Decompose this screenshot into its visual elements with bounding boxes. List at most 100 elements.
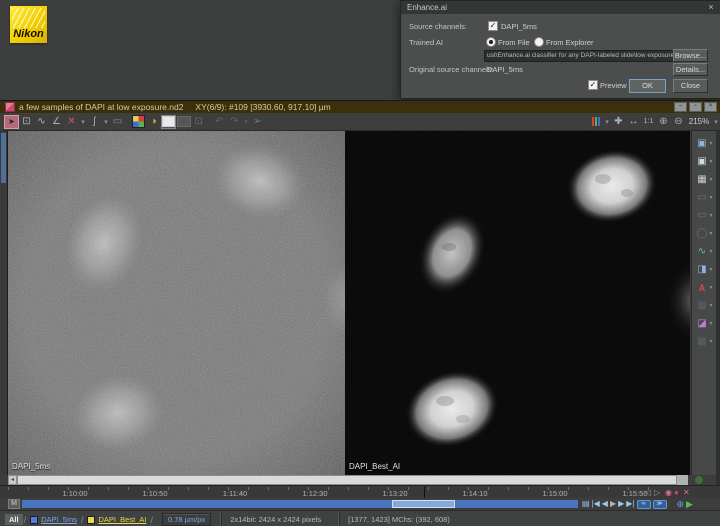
browse-button[interactable]: Browse... — [673, 49, 708, 62]
first-frame-button[interactable]: |◀ — [592, 499, 600, 509]
tile-channels-caret-icon[interactable]: ▾ — [709, 176, 712, 183]
grid-overlay-button[interactable]: ▦ — [695, 299, 708, 312]
tab-all-channels[interactable]: All — [5, 514, 23, 525]
clear-roi-icon[interactable]: ✕ — [64, 115, 79, 129]
fit-to-screen-icon[interactable]: ↔ — [626, 115, 641, 129]
restore-button[interactable]: ▫ — [689, 102, 702, 112]
spline-caret-icon[interactable]: ▾ — [102, 115, 110, 129]
measure-toggle-button[interactable]: M — [8, 499, 20, 509]
binary-layers-button[interactable]: ◪ — [695, 317, 708, 330]
event-next-icon[interactable]: ▷ — [654, 488, 660, 497]
window-close-button[interactable]: × — [704, 102, 717, 112]
lut-caret-icon[interactable]: ▾ — [709, 248, 712, 255]
preview-checkbox[interactable]: ✓ — [588, 80, 598, 90]
tile-channels-button[interactable]: ▦ — [695, 173, 708, 186]
annotations-caret-icon[interactable]: ▾ — [709, 284, 712, 291]
angle-measure-icon[interactable]: ∠ — [49, 115, 64, 129]
from-file-radio[interactable] — [486, 37, 496, 47]
channel-colors-icon[interactable] — [588, 115, 603, 129]
from-explorer-radio[interactable] — [534, 37, 544, 47]
measurement-caret-icon[interactable]: ▾ — [709, 338, 712, 345]
timeline-tick-label: 1:10:00 — [62, 489, 88, 498]
redo-icon[interactable]: ↷ — [227, 115, 242, 129]
zoom-roi-icon[interactable]: ⊡ — [19, 115, 34, 129]
send-to-icon[interactable]: ➢ — [250, 115, 265, 129]
ok-button[interactable]: OK — [629, 79, 666, 93]
timeline-tick-label: 1:13:20 — [382, 489, 408, 498]
spline-roi-icon[interactable]: ʃ — [87, 115, 102, 129]
dialog-close-icon[interactable]: × — [706, 1, 716, 14]
speed-button[interactable]: ≫ — [652, 499, 667, 509]
split-view-icon[interactable] — [176, 115, 191, 129]
play-button[interactable]: ▶ — [610, 499, 616, 509]
roi-caret-icon[interactable]: ▾ — [79, 115, 87, 129]
dismiss-timeline-icon[interactable]: ✕ — [683, 488, 690, 497]
channel-colors-caret-icon[interactable]: ▾ — [603, 115, 611, 129]
brightness-icon[interactable]: ◑ — [146, 115, 161, 129]
ruler-icon[interactable]: ▭ — [110, 115, 125, 129]
annotations-button[interactable]: A — [695, 281, 708, 294]
single-view-icon[interactable] — [161, 114, 176, 129]
actual-size-button[interactable]: 1:1 — [641, 115, 656, 129]
lut-button[interactable]: ∿ — [695, 245, 708, 258]
history-caret-icon[interactable]: ▾ — [242, 115, 250, 129]
vertical-scrollbar[interactable] — [0, 131, 8, 475]
pan-icon[interactable]: ✚ — [611, 115, 626, 129]
dialog-titlebar[interactable]: Enhance.ai — [401, 1, 720, 14]
horizontal-scrollbar[interactable] — [17, 475, 688, 485]
last-frame-button[interactable]: ▶| — [626, 499, 634, 509]
pointer-tool-icon[interactable]: ➤ — [4, 114, 19, 129]
add-position-button[interactable]: ⊕ — [677, 499, 685, 509]
channel-grid-icon[interactable] — [131, 115, 146, 129]
source-channel-checkbox[interactable]: ✓ — [488, 21, 498, 31]
prev-frame-button[interactable]: ◀ — [602, 499, 608, 509]
pin-icon[interactable]: ◉ — [665, 488, 672, 497]
left-image-label: DAPI_5ms — [12, 462, 51, 471]
measurement-button[interactable]: ▦ — [695, 335, 708, 348]
event-prev-icon[interactable]: ◁ — [645, 488, 651, 497]
tab-channel-dapi-5ms[interactable]: DAPI_5ms — [27, 514, 80, 525]
window-titlebar[interactable]: a few samples of DAPI at low exposure.nd… — [0, 101, 720, 113]
scalebar-button[interactable]: ▭ — [695, 191, 708, 204]
image-viewport[interactable]: DAPI_5ms DAPI_Best_AI — [8, 131, 690, 475]
nd-progress-track[interactable] — [22, 500, 578, 508]
nd-overlay-button[interactable]: ▣ — [695, 137, 708, 150]
zoom-level-display[interactable]: 215% — [686, 115, 712, 129]
profile-line-icon[interactable]: ∿ — [34, 115, 49, 129]
view-compose-button[interactable]: ▣ — [695, 155, 708, 168]
next-frame-button[interactable]: ▶ — [618, 499, 624, 509]
probe-button[interactable]: ◯ — [695, 227, 708, 240]
nd-progress-thumb[interactable] — [392, 500, 455, 508]
probe-caret-icon[interactable]: ▾ — [709, 230, 712, 237]
classifier-path-field[interactable]: ust\Enhance.ai classifier for any DAPI-l… — [484, 50, 674, 62]
zoom-level-caret-icon[interactable]: ▾ — [712, 115, 720, 129]
tab-channel-dapi-best-ai[interactable]: DAPI_Best_AI — [84, 514, 149, 525]
nd-overlay-caret-icon[interactable]: ▾ — [709, 140, 712, 147]
tile-view-icon[interactable]: ⊡ — [191, 115, 206, 129]
minimize-button[interactable]: – — [674, 102, 687, 112]
profile-panel-button[interactable]: ◨ — [695, 263, 708, 276]
scalebar-caret-icon[interactable]: ▾ — [709, 194, 712, 201]
close-button[interactable]: Close — [673, 79, 708, 93]
undo-icon[interactable]: ↶ — [212, 115, 227, 129]
vertical-scrollbar-thumb[interactable] — [1, 133, 6, 183]
movie-export-icon[interactable]: ▤ — [582, 499, 590, 509]
scroll-left-arrow-icon[interactable]: ◂ — [8, 475, 17, 485]
horizontal-scrollbar-thumb[interactable] — [17, 475, 677, 485]
profile-panel-caret-icon[interactable]: ▾ — [709, 266, 712, 273]
grid-overlay-caret-icon[interactable]: ▾ — [709, 302, 712, 309]
view-compose-caret-icon[interactable]: ▾ — [709, 158, 712, 165]
binary-layers-caret-icon[interactable]: ▾ — [709, 320, 712, 327]
live-play-button[interactable]: ▶ — [686, 499, 693, 509]
stage-position-readout: XY(6/9): #109 [3930.60, 917.10] µm — [195, 102, 331, 112]
frame-info-button[interactable]: ▭ — [695, 209, 708, 222]
zoom-out-icon[interactable]: ⊖ — [671, 115, 686, 129]
details-button[interactable]: Details... — [673, 63, 708, 76]
frame-info-caret-icon[interactable]: ▾ — [709, 212, 712, 219]
nd-timeline[interactable]: 1:10:00 1:10:50 1:11:40 1:12:30 1:13:20 … — [0, 485, 720, 499]
pixel-scale-readout[interactable]: 0.78 µm/px — [161, 513, 212, 526]
zoom-in-icon[interactable]: ⊕ — [656, 115, 671, 129]
record-event-icon[interactable]: ● — [674, 488, 679, 497]
timeline-tick-label: 1:15:00 — [542, 489, 568, 498]
loop-button[interactable]: ∞ — [636, 499, 651, 509]
